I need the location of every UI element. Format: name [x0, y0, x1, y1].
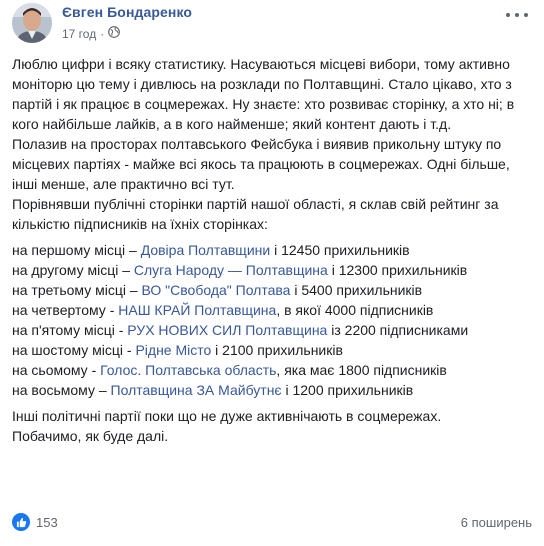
- post-footer: 153 6 поширень: [12, 512, 532, 532]
- party-link[interactable]: Довіра Полтавщини: [141, 242, 271, 258]
- ranking-item-8: на восьмому – Полтавщина ЗА Майбутнє і 1…: [12, 382, 414, 398]
- reactions-summary[interactable]: 153: [12, 513, 58, 531]
- party-link[interactable]: Слуга Народу — Полтавщина: [134, 262, 328, 278]
- paragraph-intro: Люблю цифри і всяку статистику. Насувают…: [12, 56, 515, 132]
- paragraph-rating-intro: Порівнявши публічні сторінки партій нашо…: [12, 196, 499, 232]
- avatar-image: [12, 3, 52, 43]
- party-link[interactable]: ВО "Свобода" Полтава: [142, 282, 291, 298]
- party-link[interactable]: Полтавщина ЗА Майбутнє: [111, 382, 282, 398]
- ranking-item-2: на другому місці – Слуга Народу — Полтав…: [12, 262, 468, 278]
- party-link[interactable]: РУХ НОВИХ СИЛ Полтавщина: [127, 322, 327, 338]
- ranking-item-7: на сьомому - Голос. Полтавська область, …: [12, 362, 447, 378]
- paragraph-facebook: Полазив на просторах полтавського Фейсбу…: [12, 136, 510, 192]
- post-time[interactable]: 17 год: [62, 27, 96, 41]
- party-link[interactable]: Голос. Полтавська область: [100, 362, 276, 378]
- like-icon: [12, 513, 30, 531]
- likes-count: 153: [36, 514, 58, 530]
- post-meta: 17 год ·: [62, 26, 121, 41]
- ranking-item-4: на четвертому - НАШ КРАЙ Полтавщина, в я…: [12, 302, 434, 318]
- post-body: Люблю цифри і всяку статистику. Насувают…: [12, 54, 534, 446]
- globe-icon[interactable]: [108, 26, 121, 41]
- ranking-item-1: на першому місці – Довіра Полтавщини і 1…: [12, 242, 410, 258]
- facebook-post: Євген Бондаренко 17 год · Люблю цифри і …: [0, 0, 544, 546]
- party-link[interactable]: Рідне Місто: [135, 342, 211, 358]
- paragraph-closing-2: Побачимо, як буде далі.: [12, 428, 169, 444]
- shares-count[interactable]: 6 поширень: [461, 515, 532, 530]
- ranking-item-6: на шостому місці - Рідне Місто і 2100 пр…: [12, 342, 343, 358]
- author-avatar[interactable]: [12, 3, 52, 43]
- meta-separator: ·: [100, 26, 105, 41]
- party-link[interactable]: НАШ КРАЙ Полтавщина: [118, 302, 276, 318]
- more-options-icon[interactable]: [506, 8, 528, 22]
- ranking-item-3: на третьому місці – ВО "Свобода" Полтава…: [12, 282, 423, 298]
- ranking-item-5: на п'ятому місці - РУХ НОВИХ СИЛ Полтавщ…: [12, 322, 469, 338]
- paragraph-closing: Інші політичні партії поки що не дуже ак…: [12, 408, 442, 424]
- author-name[interactable]: Євген Бондаренко: [62, 4, 192, 20]
- post-header: Євген Бондаренко 17 год ·: [12, 0, 532, 48]
